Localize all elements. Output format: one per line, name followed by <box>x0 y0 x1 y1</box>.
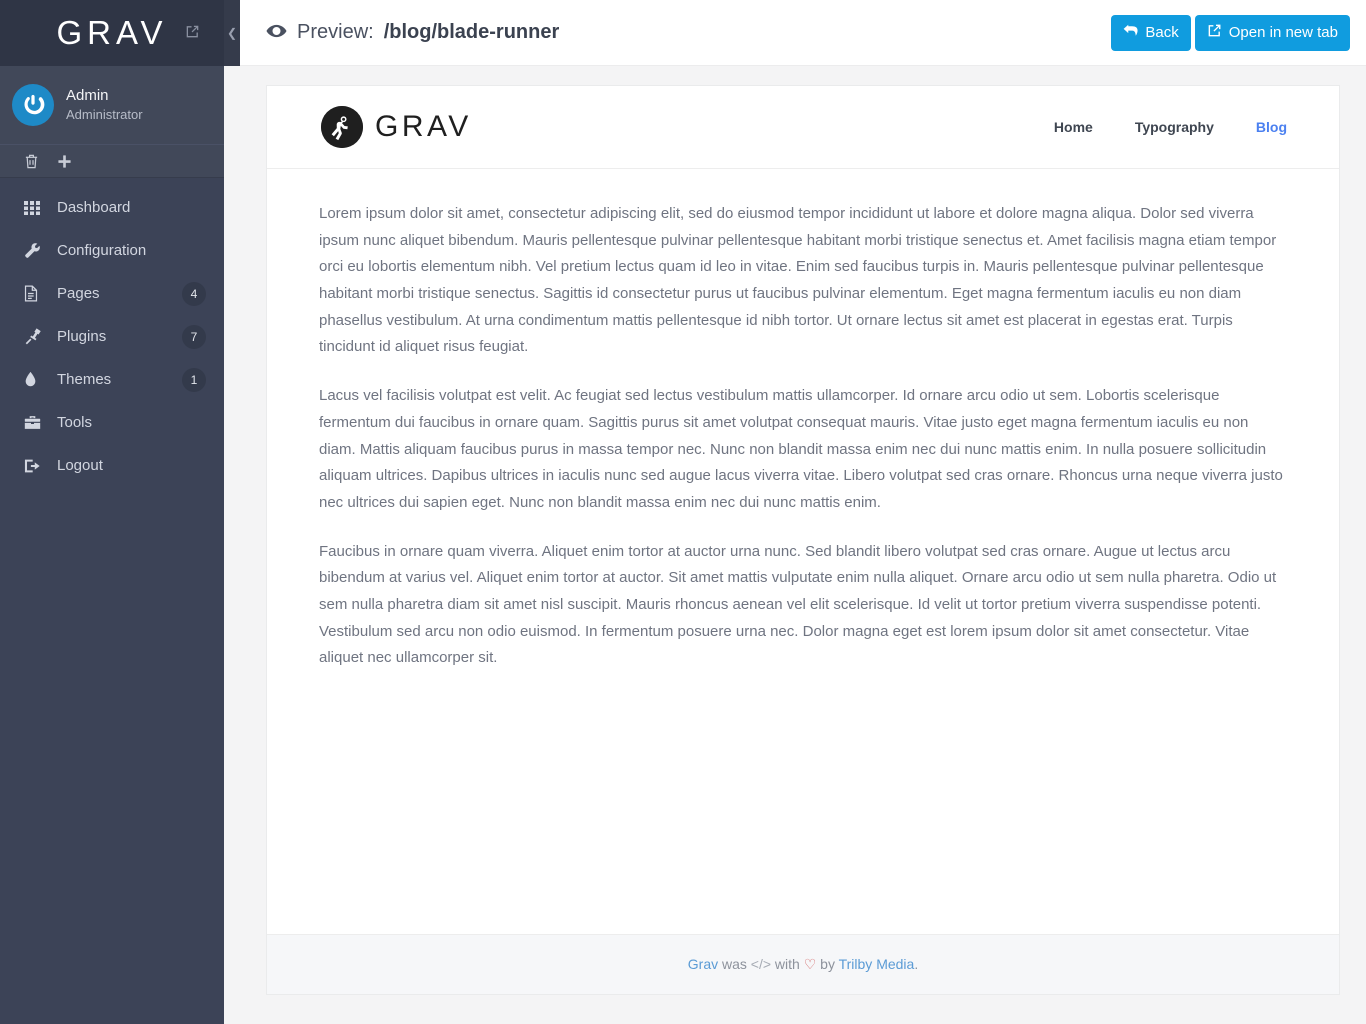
astronaut-logo-icon <box>321 106 363 148</box>
back-label: Back <box>1145 24 1179 41</box>
footer-with: with <box>771 956 804 972</box>
footer-period: . <box>914 956 919 972</box>
site-header: GRAV Home Typography Blog <box>267 86 1339 169</box>
sidebar-nav: Dashboard Configuration Pages 4 Plugins … <box>0 178 224 1024</box>
sidebar-collapse-toggle[interactable]: ❮ <box>224 0 240 66</box>
grav-admin-logo-text: GRAV <box>56 14 168 51</box>
quick-actions-row <box>0 145 224 178</box>
app-root: GRAV Admin Administrator Dashboard Confi… <box>0 0 1366 1024</box>
preview-path: /blog/blade-runner <box>383 21 560 43</box>
site-nav: Home Typography Blog <box>1054 119 1287 135</box>
sidebar-item-label: Dashboard <box>57 199 131 216</box>
body-paragraph: Lacus vel facilisis volutpat est velit. … <box>319 387 1283 511</box>
sidebar-item-label: Themes <box>57 371 112 388</box>
open-in-new-tab-button[interactable]: Open in new tab <box>1194 14 1350 51</box>
user-block[interactable]: Admin Administrator <box>0 66 224 145</box>
site-logo-text: GRAV <box>375 110 472 143</box>
gravatar-logo-icon <box>24 94 45 115</box>
preview-label: Preview: <box>297 21 374 43</box>
sidebar-item-logout[interactable]: Logout <box>0 444 224 487</box>
status-badge: 1 <box>182 367 206 392</box>
external-link-icon <box>1207 23 1222 42</box>
code-icon: </> <box>750 956 772 972</box>
sidebar-item-themes[interactable]: Themes 1 <box>0 358 224 401</box>
site-nav-item-typography[interactable]: Typography <box>1135 119 1214 135</box>
user-name: Admin <box>66 87 109 105</box>
sidebar-item-pages[interactable]: Pages 4 <box>0 272 224 315</box>
trash-icon[interactable] <box>24 153 39 170</box>
sidebar-item-label: Configuration <box>57 242 147 259</box>
plug-icon <box>24 328 46 345</box>
plus-icon[interactable] <box>57 154 72 169</box>
chevron-left-icon: ❮ <box>226 26 238 40</box>
footer-by: by <box>816 956 839 972</box>
footer-author-link[interactable]: Trilby Media <box>839 956 915 972</box>
sidebar-item-label: Logout <box>57 457 103 474</box>
sidebar: GRAV Admin Administrator Dashboard Confi… <box>0 0 224 1024</box>
site-logo[interactable]: GRAV <box>321 106 472 148</box>
file-icon <box>24 285 46 302</box>
toolbox-icon <box>24 415 46 430</box>
arrow-back-icon <box>1123 24 1138 41</box>
external-link-icon[interactable] <box>185 24 200 39</box>
sidebar-item-configuration[interactable]: Configuration <box>0 229 224 272</box>
body-paragraph: Lorem ipsum dolor sit amet, consectetur … <box>319 205 1277 356</box>
user-role: Administrator <box>66 107 143 123</box>
footer-grav-link[interactable]: Grav <box>688 956 718 972</box>
status-badge: 7 <box>182 324 206 349</box>
sidebar-item-dashboard[interactable]: Dashboard <box>0 186 224 229</box>
site-nav-item-blog[interactable]: Blog <box>1256 119 1287 135</box>
sidebar-logo[interactable]: GRAV <box>0 0 224 66</box>
site-body: Lorem ipsum dolor sit amet, consectetur … <box>267 169 1339 934</box>
open-in-new-tab-label: Open in new tab <box>1228 24 1338 41</box>
sidebar-item-label: Tools <box>57 414 93 431</box>
heart-icon: ♡ <box>803 956 817 972</box>
status-badge: 4 <box>182 281 206 306</box>
sidebar-item-label: Pages <box>57 285 100 302</box>
topbar-actions: Back Open in new tab <box>1111 14 1350 51</box>
site-footer: Grav was </> with ♡ by Trilby Media. <box>267 934 1339 994</box>
sidebar-item-label: Plugins <box>57 328 107 345</box>
eye-icon <box>266 21 287 44</box>
sidebar-item-plugins[interactable]: Plugins 7 <box>0 315 224 358</box>
body-paragraph: Faucibus in ornare quam viverra. Aliquet… <box>319 542 1277 667</box>
droplet-icon <box>24 371 46 388</box>
footer-was: was <box>718 956 751 972</box>
logout-icon <box>24 458 46 474</box>
site-nav-item-home[interactable]: Home <box>1054 119 1093 135</box>
back-button[interactable]: Back <box>1111 14 1191 51</box>
wrench-icon <box>24 242 46 259</box>
user-text: Admin Administrator <box>66 86 143 124</box>
grid-icon <box>24 200 46 215</box>
main-panel: Preview: /blog/blade-runner Back Open in… <box>240 0 1366 1024</box>
preview-content-area: GRAV Home Typography Blog Lorem ipsum do… <box>240 66 1366 1024</box>
footer-text: Grav was </> with ♡ by Trilby Media. <box>688 956 918 973</box>
topbar: Preview: /blog/blade-runner Back Open in… <box>240 0 1366 66</box>
preview-card: GRAV Home Typography Blog Lorem ipsum do… <box>266 85 1340 995</box>
avatar <box>12 84 54 126</box>
page-title: Preview: /blog/blade-runner <box>266 21 559 44</box>
sidebar-item-tools[interactable]: Tools <box>0 401 224 444</box>
